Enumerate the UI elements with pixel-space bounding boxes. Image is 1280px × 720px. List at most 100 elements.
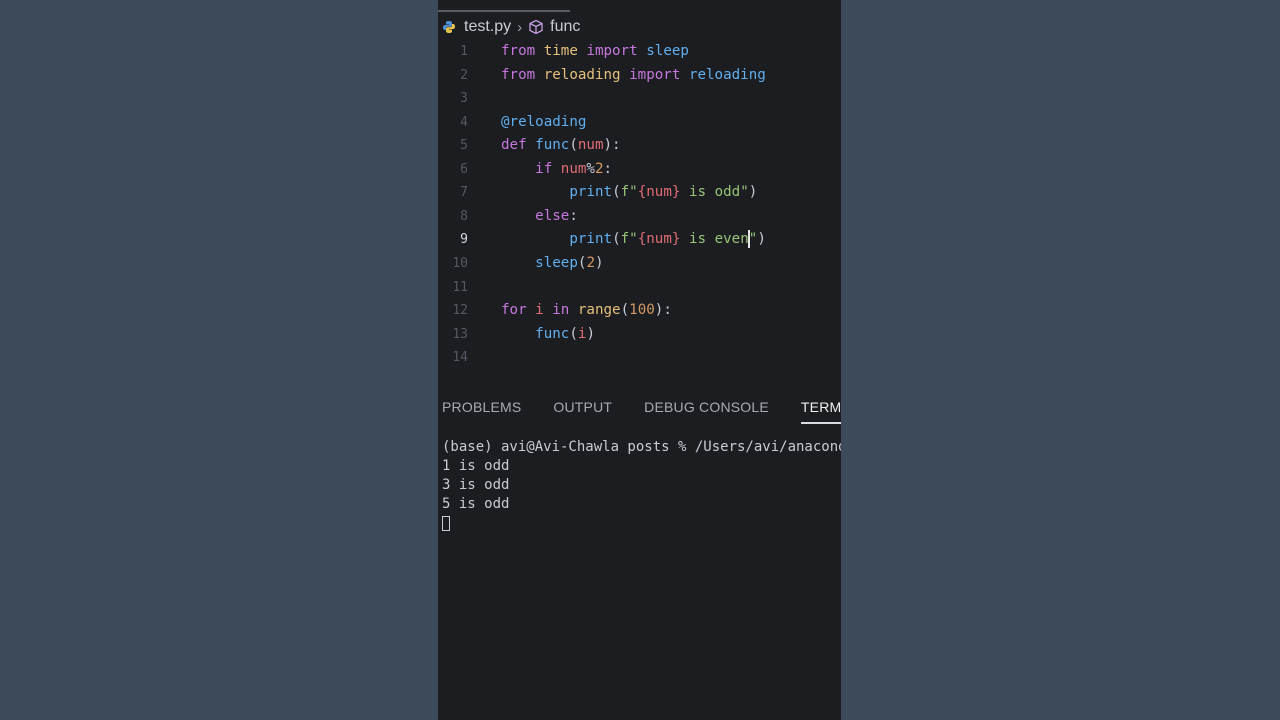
- editor-tab-indicator: [438, 10, 570, 12]
- code-token: ): [748, 184, 758, 201]
- code-token: 2: [586, 254, 595, 271]
- line-number: 2: [460, 67, 468, 83]
- terminal-output[interactable]: (base) avi@Avi-Chawla posts % /Users/avi…: [442, 438, 841, 533]
- line-number: 7: [460, 185, 468, 201]
- code-line[interactable]: 1 from time import sleep: [438, 40, 841, 63]
- code-editor[interactable]: 1 from time import sleep 2 from reloading i…: [438, 40, 841, 370]
- code-token: ): [586, 325, 595, 342]
- terminal-line: (base) avi@Avi-Chawla posts % /Users/avi…: [442, 439, 841, 455]
- code-line[interactable]: 14: [438, 346, 841, 369]
- code-token: {num}: [637, 231, 681, 248]
- code-text: if num%2:: [501, 158, 612, 181]
- code-token: 100: [629, 302, 655, 319]
- code-token: (: [612, 184, 621, 201]
- line-number: 10: [452, 255, 468, 271]
- code-token: f": [620, 231, 638, 248]
- vscode-window: test.py › func 1 from time import sleep 2 f…: [438, 0, 841, 720]
- code-token: @reloading: [501, 113, 587, 130]
- code-token: else: [535, 207, 570, 224]
- line-number: 9: [460, 232, 468, 248]
- code-token: import: [586, 43, 647, 59]
- code-line[interactable]: 2 from reloading import reloading: [438, 64, 841, 87]
- code-token: is even: [680, 231, 749, 248]
- code-text: func(i): [501, 323, 595, 346]
- code-token: num: [577, 137, 604, 154]
- code-token: ):: [654, 302, 672, 319]
- code-token: %: [586, 160, 595, 177]
- terminal-prompt-line[interactable]: [442, 514, 841, 533]
- breadcrumb-symbol[interactable]: func: [550, 18, 580, 36]
- code-token: num: [560, 160, 587, 177]
- code-token: from: [501, 66, 544, 83]
- code-token: ):: [603, 137, 621, 154]
- code-token: {num}: [637, 184, 681, 201]
- code-token: ): [594, 254, 604, 271]
- code-line[interactable]: 4 @reloading: [438, 111, 841, 134]
- code-token: in: [552, 302, 578, 319]
- code-line[interactable]: 5 def func(num):: [438, 134, 841, 157]
- tab-debug-console[interactable]: DEBUG CONSOLE: [644, 399, 769, 415]
- code-token: print: [569, 231, 613, 248]
- panel-tabs: PROBLEMS OUTPUT DEBUG CONSOLE TERMINAL: [438, 390, 841, 424]
- code-token: range: [577, 302, 621, 319]
- symbol-method-icon: [528, 19, 544, 35]
- code-text: from reloading import reloading: [501, 64, 766, 87]
- breadcrumb-file[interactable]: test.py: [464, 18, 511, 36]
- code-token: func: [535, 137, 570, 154]
- terminal-line: 1 is odd: [442, 458, 510, 474]
- line-number: 13: [452, 326, 468, 342]
- code-token: reloading: [688, 66, 766, 83]
- terminal-line: 5 is odd: [442, 496, 510, 512]
- code-text: from time import sleep: [501, 40, 689, 63]
- code-line[interactable]: 12 for i in range(100):: [438, 299, 841, 322]
- code-token: (: [569, 137, 578, 154]
- code-token: :: [603, 160, 613, 177]
- code-line[interactable]: 7 print(f"{num} is odd"): [438, 181, 841, 204]
- code-token: (: [612, 231, 621, 248]
- code-token: ): [757, 231, 766, 248]
- code-token: (: [569, 325, 578, 342]
- python-file-icon: [442, 20, 456, 34]
- code-line[interactable]: 13 func(i): [438, 323, 841, 346]
- code-token: sleep: [535, 254, 578, 271]
- code-token: print: [569, 184, 613, 201]
- code-line[interactable]: 8 else:: [438, 205, 841, 228]
- code-text: for i in range(100):: [501, 299, 672, 322]
- code-line[interactable]: 11: [438, 276, 841, 299]
- code-token: (: [620, 302, 630, 319]
- backdrop-right: [841, 0, 1280, 720]
- code-token: def: [501, 137, 536, 154]
- tab-problems[interactable]: PROBLEMS: [442, 399, 521, 415]
- terminal-cursor: [442, 515, 450, 531]
- code-line[interactable]: 9 print(f"{num} is even"): [438, 228, 841, 251]
- line-number: 3: [460, 91, 468, 107]
- line-number: 6: [460, 161, 468, 177]
- chevron-right-icon: ›: [517, 18, 523, 36]
- code-line[interactable]: 3: [438, 87, 841, 110]
- code-token: reloading: [543, 66, 630, 83]
- code-text: def func(num):: [501, 134, 621, 157]
- backdrop-left: [0, 0, 438, 720]
- line-number: 11: [452, 279, 468, 295]
- code-token: i: [535, 302, 553, 319]
- code-text: sleep(2): [501, 252, 604, 275]
- code-text: print(f"{num} is even"): [501, 228, 766, 251]
- code-token: time: [543, 43, 587, 59]
- code-line[interactable]: 10 sleep(2): [438, 252, 841, 275]
- code-line[interactable]: 6 if num%2:: [438, 158, 841, 181]
- code-token: if: [535, 160, 561, 177]
- terminal-line: 3 is odd: [442, 477, 510, 493]
- tab-output[interactable]: OUTPUT: [553, 399, 612, 415]
- tab-terminal[interactable]: TERMINAL: [800, 399, 841, 424]
- line-number: 5: [460, 138, 468, 154]
- code-token: f": [620, 184, 638, 201]
- line-number: 1: [460, 44, 468, 59]
- code-token: 2: [594, 160, 604, 177]
- line-number: 12: [452, 303, 468, 319]
- code-token: for: [501, 302, 536, 319]
